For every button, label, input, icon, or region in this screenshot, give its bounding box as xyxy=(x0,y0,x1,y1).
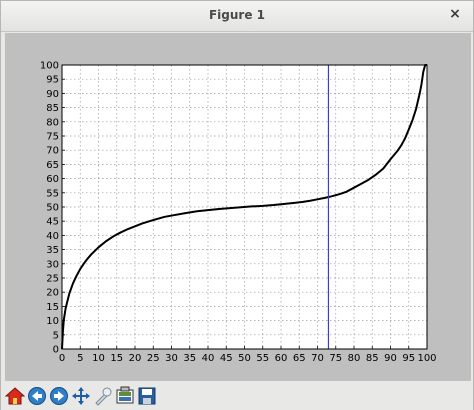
y-tick-label: 25 xyxy=(46,274,59,285)
x-tick-label: 30 xyxy=(165,353,178,364)
y-tick-label: 95 xyxy=(46,75,59,86)
x-tick-label: 70 xyxy=(311,353,324,364)
line-chart: 0 5 10 15 20 25 30 35 40 45 50 55 60 65 70 75 80 85 90 95 10… xyxy=(40,61,437,365)
x-tick-label: 20 xyxy=(129,353,142,364)
x-tick-label: 65 xyxy=(293,353,306,364)
zoom-icon xyxy=(95,387,112,406)
y-tick-label: 75 xyxy=(46,132,59,143)
y-tick-label: 70 xyxy=(46,146,59,157)
y-tick-label: 30 xyxy=(46,259,59,270)
x-tick-label: 95 xyxy=(402,353,415,364)
x-tick-label: 75 xyxy=(329,353,342,364)
y-tick-label: 50 xyxy=(46,203,59,214)
y-tick-label: 65 xyxy=(46,160,59,171)
back-arrow-icon xyxy=(28,387,46,405)
configure-subplots-button[interactable] xyxy=(114,385,136,407)
y-tick-label: 60 xyxy=(46,174,59,185)
x-tick-label: 55 xyxy=(256,353,269,364)
x-tick-label: 90 xyxy=(384,353,397,364)
forward-arrow-icon xyxy=(50,387,68,405)
pan-icon xyxy=(72,387,90,405)
x-tick-label: 40 xyxy=(202,353,215,364)
home-button[interactable] xyxy=(4,385,26,407)
x-tick-label: 50 xyxy=(238,353,251,364)
close-icon[interactable]: × xyxy=(447,6,463,24)
figure-canvas[interactable]: 0 5 10 15 20 25 30 35 40 45 50 55 60 65 70 75 80 85 90 95 10… xyxy=(5,33,471,381)
navigation-toolbar xyxy=(1,382,473,410)
x-tick-label: 0 xyxy=(59,353,65,364)
y-tick-label: 10 xyxy=(46,316,59,327)
pan-button[interactable] xyxy=(70,385,92,407)
y-tick-label: 40 xyxy=(46,231,59,242)
back-button[interactable] xyxy=(26,385,48,407)
y-tick-label: 0 xyxy=(53,345,59,356)
figure-window: Figure 1 × 0 5 10 15 20 25 30 35 40 45 50 55 60 65 70 7… xyxy=(0,0,474,410)
window-title: Figure 1 xyxy=(208,8,266,22)
y-tick-label: 45 xyxy=(46,217,59,228)
save-button[interactable] xyxy=(136,385,158,407)
x-tick-label: 60 xyxy=(275,353,288,364)
zoom-button[interactable] xyxy=(92,385,114,407)
save-icon xyxy=(138,387,156,405)
x-tick-label: 10 xyxy=(92,353,105,364)
y-tick-label: 100 xyxy=(40,61,59,72)
y-tick-label: 35 xyxy=(46,245,59,256)
x-tick-label: 5 xyxy=(77,353,83,364)
x-tick-label: 35 xyxy=(183,353,196,364)
y-tick-label: 90 xyxy=(46,89,59,100)
x-tick-label: 25 xyxy=(147,353,160,364)
x-tick-label: 15 xyxy=(110,353,123,364)
y-tick-label: 80 xyxy=(46,117,59,128)
home-icon xyxy=(5,387,25,405)
x-tick-label: 80 xyxy=(348,353,361,364)
title-bar[interactable]: Figure 1 × xyxy=(1,1,473,32)
y-tick-label: 5 xyxy=(53,330,59,341)
y-tick-label: 55 xyxy=(46,188,59,199)
y-tick-label: 20 xyxy=(46,288,59,299)
y-tick-label: 85 xyxy=(46,103,59,114)
x-tick-label: 85 xyxy=(366,353,379,364)
forward-button[interactable] xyxy=(48,385,70,407)
configure-subplots-icon xyxy=(116,386,134,404)
y-tick-label: 15 xyxy=(46,302,59,313)
x-tick-label: 100 xyxy=(417,353,436,364)
x-tick-label: 45 xyxy=(220,353,233,364)
